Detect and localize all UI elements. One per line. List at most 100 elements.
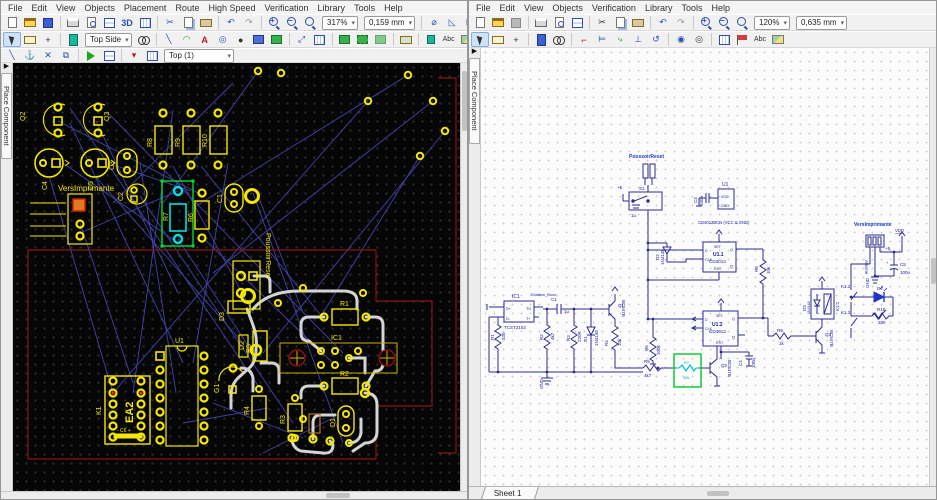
copy-icon[interactable] [611,15,629,30]
print-icon[interactable] [64,15,82,30]
print-icon[interactable] [532,15,550,30]
route-via-icon[interactable]: ⚓ [21,48,39,63]
undo-icon[interactable]: ↶ [654,15,672,30]
sheet-hscroll[interactable] [537,487,936,499]
zoom-level-dropdown[interactable]: 120%▾ [754,16,790,30]
menu-library[interactable]: Library [641,3,677,13]
sch-canvas[interactable]: IC1 TCST2103 D+ D- TO T+ R1 330 R2 4k7 R… [481,48,929,486]
autoroute-setup-icon[interactable] [100,48,118,63]
compare-icon[interactable] [143,48,161,63]
net-name-icon[interactable]: ◎ [690,32,708,47]
select-tool-icon[interactable] [3,32,21,47]
place-text-icon[interactable]: A [196,32,214,47]
place-via-icon[interactable]: ● [232,32,250,47]
zoom-in-icon[interactable]: + [265,15,283,30]
cut-icon[interactable]: ✂ [593,15,611,30]
menu-view[interactable]: View [52,3,79,13]
menu-edit[interactable]: Edit [496,3,520,13]
draw-arc-icon[interactable]: ◠ [178,32,196,47]
titleblock-icon[interactable] [100,15,118,30]
sch-vertical-scrollbar[interactable] [929,48,936,486]
menu-file[interactable]: File [4,3,27,13]
place-polygon-icon[interactable] [250,32,268,47]
dimension-icon[interactable]: ⤢ [293,32,311,47]
menu-help[interactable]: Help [707,3,734,13]
menu-library[interactable]: Library [314,3,350,13]
place-wire-icon[interactable]: ⌐ [575,32,593,47]
board-points-icon[interactable] [397,32,415,47]
picture-icon[interactable] [769,32,787,47]
redo-icon[interactable]: ↷ [240,15,258,30]
menu-file[interactable]: File [472,3,495,13]
copy-icon[interactable] [179,15,197,30]
open-file-icon[interactable] [489,15,507,30]
titleblock-icon[interactable] [568,15,586,30]
zoom-window-icon[interactable] [733,15,751,30]
pcb-vertical-scrollbar[interactable] [460,63,467,491]
place-shape-icon[interactable] [268,32,286,47]
new-file-icon[interactable] [3,15,21,30]
sch-selected-r7[interactable] [674,354,701,387]
menu-view[interactable]: View [520,3,547,13]
open-file-icon[interactable] [21,15,39,30]
grid-size-dropdown[interactable]: 0,159 mm▾ [364,16,415,30]
layers-panel-icon[interactable] [136,15,154,30]
pour-update-icon[interactable] [354,32,372,47]
menu-edit[interactable]: Edit [28,3,52,13]
net-port-icon[interactable]: ⊥ [629,32,647,47]
menu-high-speed[interactable]: High Speed [204,3,259,13]
panel-expand-icon[interactable]: ▶ [4,63,9,71]
menu-tools[interactable]: Tools [677,3,706,13]
table-icon[interactable] [715,32,733,47]
paste-icon[interactable] [629,15,647,30]
menu-tools[interactable]: Tools [350,3,379,13]
pour-delete-icon[interactable] [372,32,390,47]
zoom-out-icon[interactable]: − [283,15,301,30]
zoom-in-icon[interactable]: + [697,15,715,30]
scale-tool-icon[interactable] [489,32,507,47]
select-tool-icon[interactable] [471,32,489,47]
menu-objects[interactable]: Objects [80,3,119,13]
copper-pour-icon[interactable] [336,32,354,47]
zoom-window-icon[interactable] [301,15,319,30]
search-icon[interactable] [135,32,153,47]
place-pad-icon[interactable]: ◎ [214,32,232,47]
unroute-icon[interactable]: ✕ [39,48,57,63]
place-component-tab[interactable]: Place Component [1,73,12,159]
place-component-icon[interactable] [532,32,550,47]
abc-text-icon[interactable]: Abc [751,32,769,47]
route-trace-icon[interactable]: ╲ [3,48,21,63]
menu-route[interactable]: Route [171,3,203,13]
undo-icon[interactable]: ↶ [222,15,240,30]
preview-3d-icon[interactable]: 3D [118,15,136,30]
active-layer-dropdown[interactable]: Top (1)▾ [164,49,234,63]
cut-icon[interactable]: ✂ [161,15,179,30]
autoroute-run-icon[interactable] [82,48,100,63]
save-icon[interactable] [39,15,57,30]
pattern-editor-icon[interactable]: ⌀ [425,15,443,30]
scale-tool-icon[interactable] [21,32,39,47]
table-icon[interactable] [311,32,329,47]
route-bus-icon[interactable]: ⧉ [57,48,75,63]
flag-icon[interactable] [733,32,751,47]
place-bus-icon[interactable]: ⊨ [593,32,611,47]
board-side-dropdown[interactable]: Top Side▾ [85,33,132,47]
menu-placement[interactable]: Placement [120,3,171,13]
menu-help[interactable]: Help [380,3,407,13]
pcb-horizontal-scrollbar[interactable] [1,491,467,499]
menu-verification[interactable]: Verification [588,3,640,13]
placement-setup-icon[interactable]: ⋈ [461,15,468,30]
place-component-icon[interactable] [64,32,82,47]
sheet-tab[interactable]: Sheet 1 [481,487,538,499]
grid-size-dropdown[interactable]: 0,635 mm▾ [796,16,847,30]
zoom-out-icon[interactable]: − [715,15,733,30]
paste-icon[interactable] [197,15,215,30]
menu-verification[interactable]: Verification [261,3,313,13]
menu-objects[interactable]: Objects [548,3,587,13]
verify-design-icon[interactable]: ▾ [125,48,143,63]
update-from-schematic-icon[interactable] [422,32,440,47]
draw-line-icon[interactable]: ╲ [160,32,178,47]
zoom-level-dropdown[interactable]: 317%▾ [322,16,358,30]
print-preview-icon[interactable] [82,15,100,30]
new-file-icon[interactable] [471,15,489,30]
